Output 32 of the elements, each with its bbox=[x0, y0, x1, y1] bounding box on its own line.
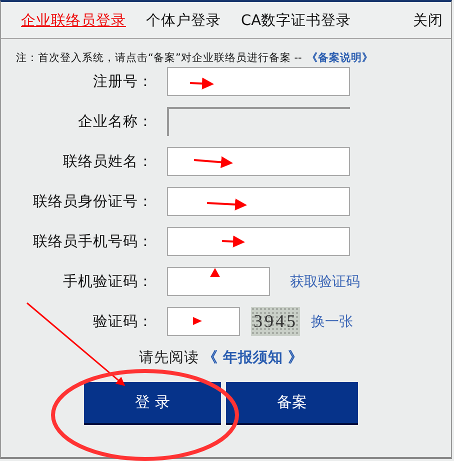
input-field[interactable] bbox=[167, 267, 270, 296]
filing-info-link[interactable]: 《备案说明》 bbox=[306, 51, 373, 65]
refresh-link[interactable]: 换一张 bbox=[311, 312, 353, 330]
field-label: 企业名称： bbox=[77, 113, 153, 131]
tab[interactable]: 个体户登录 bbox=[146, 10, 221, 30]
notice-link[interactable]: 《 年报须知 》 bbox=[202, 348, 304, 367]
annotation-arrow bbox=[206, 198, 247, 210]
filing-button[interactable]: 备案 bbox=[226, 382, 358, 425]
note-text: 注：首次登入系统，请点击“备案”对企业联络员进行备案 -- bbox=[16, 51, 302, 65]
tab[interactable]: 企业联络员登录 bbox=[21, 10, 126, 30]
input-field[interactable] bbox=[167, 227, 350, 256]
field-label: 手机验证码： bbox=[62, 272, 153, 291]
input-field[interactable] bbox=[167, 187, 350, 216]
tab[interactable]: CA数字证书登录 bbox=[241, 10, 352, 30]
get-code-link[interactable]: 获取验证码 bbox=[290, 272, 360, 290]
annotation-arrow bbox=[210, 268, 220, 277]
input-field[interactable] bbox=[167, 67, 350, 96]
annotation-arrow bbox=[222, 236, 245, 248]
field-label: 联络员身份证号： bbox=[32, 193, 153, 211]
field-label: 联络员姓名： bbox=[62, 153, 153, 171]
field-label: 联络员手机号码： bbox=[32, 232, 153, 251]
captcha-image: 3945 bbox=[251, 307, 300, 336]
login-button[interactable]: 登 录 bbox=[84, 382, 221, 425]
annotation-arrow bbox=[194, 156, 233, 168]
field-label: 注册号： bbox=[92, 73, 153, 91]
close-link[interactable]: 关闭 bbox=[413, 10, 443, 30]
annotation-arrow bbox=[193, 317, 202, 325]
field-label: 验证码： bbox=[92, 313, 153, 331]
annotation-arrow bbox=[190, 78, 214, 90]
read-prompt: 请先阅读 bbox=[138, 349, 199, 367]
input-field[interactable] bbox=[167, 307, 240, 336]
input-field[interactable] bbox=[167, 147, 350, 176]
